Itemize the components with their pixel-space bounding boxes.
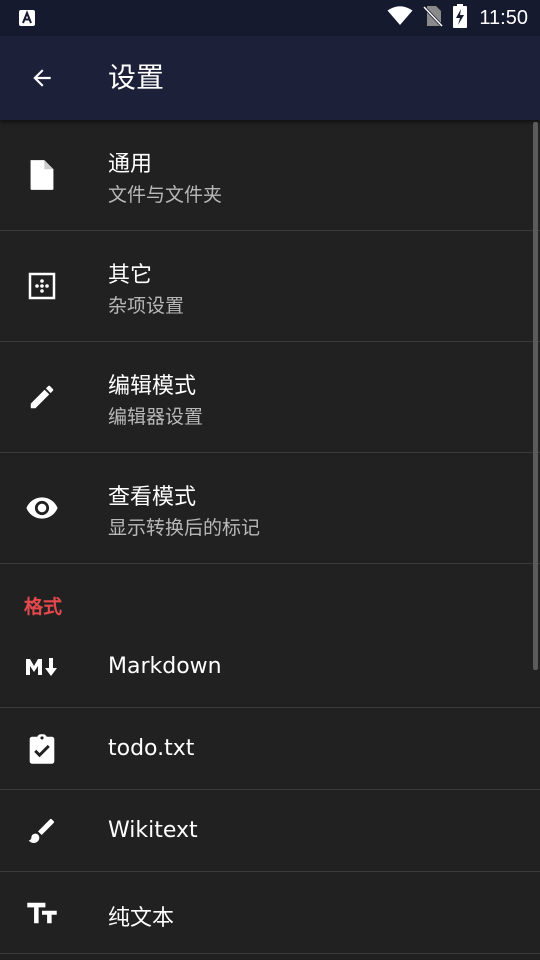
- settings-item-view-mode[interactable]: 查看模式 显示转换后的标记: [0, 453, 540, 564]
- format-item-title: todo.txt: [108, 736, 195, 761]
- clipboard-check-icon: [22, 729, 62, 769]
- dots-grid-icon: [22, 266, 62, 306]
- page-title: 设置: [108, 61, 165, 94]
- settings-item-subtitle: 编辑器设置: [108, 406, 204, 428]
- settings-list: 通用 文件与文件夹 其它 杂项设置 编辑模式 编辑器设置 查看模式 显示转换后的…: [0, 120, 540, 960]
- settings-item-title: 其它: [108, 263, 153, 288]
- settings-item-title: 查看模式: [108, 485, 197, 510]
- format-item-title: Markdown: [108, 654, 222, 679]
- format-item-plain-text[interactable]: 纯文本: [0, 872, 540, 954]
- no-sim-icon: [423, 5, 444, 31]
- format-item-markdown[interactable]: Markdown: [0, 626, 540, 708]
- format-item-title: Wikitext: [108, 818, 198, 843]
- settings-item-title: 编辑模式: [108, 374, 197, 399]
- file-icon: [22, 155, 62, 195]
- arrow-back-icon: [33, 69, 51, 87]
- app-notification-icon: [18, 9, 36, 27]
- eye-icon: [22, 488, 62, 528]
- app-bar: 设置: [0, 36, 540, 120]
- back-button[interactable]: [22, 56, 62, 100]
- battery-charging-icon: [453, 4, 468, 32]
- brush-icon: [22, 811, 62, 851]
- settings-item-title: 通用: [108, 152, 153, 177]
- pencil-icon: [22, 377, 62, 417]
- settings-item-subtitle: 文件与文件夹: [108, 184, 223, 206]
- settings-item-edit-mode[interactable]: 编辑模式 编辑器设置: [0, 342, 540, 453]
- status-bar: 11:50: [0, 0, 540, 36]
- section-header-label: 格式: [24, 596, 63, 618]
- settings-item-subtitle: 杂项设置: [108, 295, 185, 317]
- settings-item-subtitle: 显示转换后的标记: [108, 517, 261, 539]
- format-item-todo-txt[interactable]: todo.txt: [0, 708, 540, 790]
- scrollbar[interactable]: [533, 122, 538, 670]
- format-item-title: 纯文本: [108, 906, 175, 931]
- format-item-wikitext[interactable]: Wikitext: [0, 790, 540, 872]
- settings-item-other[interactable]: 其它 杂项设置: [0, 231, 540, 342]
- wifi-icon: [387, 6, 413, 30]
- settings-item-general[interactable]: 通用 文件与文件夹: [0, 120, 540, 231]
- status-time: 11:50: [479, 6, 528, 29]
- text-fields-icon: [22, 893, 62, 933]
- markdown-icon: [22, 647, 62, 687]
